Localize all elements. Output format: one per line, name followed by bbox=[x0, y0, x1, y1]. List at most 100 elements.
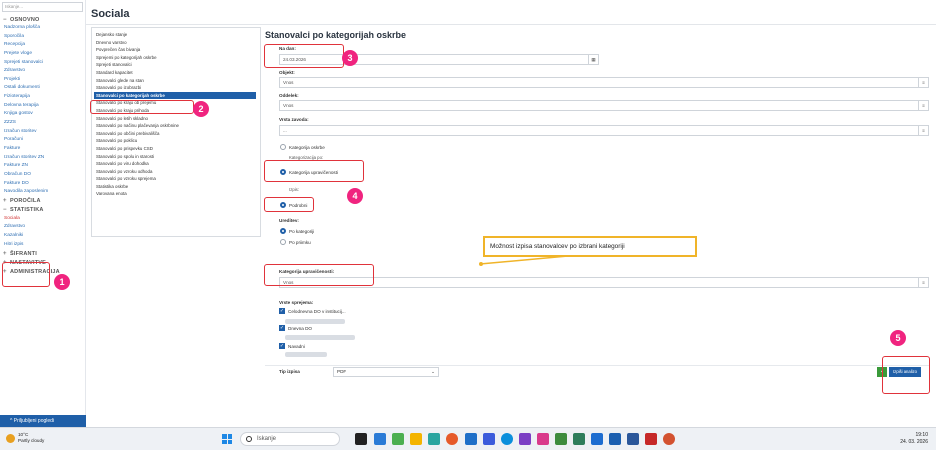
report-item[interactable]: Varovana enota bbox=[96, 190, 256, 198]
app-icon[interactable] bbox=[465, 433, 477, 445]
output-type-select[interactable]: PDF ⌄ bbox=[333, 367, 439, 377]
sidebar-item-prejete-vloge[interactable]: Prejete vloge bbox=[0, 50, 85, 59]
sidebar-item-nadzorna-plosca[interactable]: Nadzorna plošča bbox=[0, 24, 85, 33]
pdf-icon[interactable] bbox=[645, 433, 657, 445]
sidebar-search-input[interactable]: Iskanje... bbox=[2, 2, 83, 12]
report-item[interactable]: Stanovalci po vzroku sprejema bbox=[96, 175, 256, 183]
department-select[interactable]: Vnos ≡ bbox=[279, 100, 929, 111]
weather-widget[interactable]: 10°C Partly cloudy bbox=[6, 432, 44, 444]
report-item[interactable]: Povprečen čas bivanja bbox=[96, 46, 256, 54]
report-item[interactable]: Stanovalci po letih skladno bbox=[96, 115, 256, 123]
radio-po-priimku[interactable]: Po priimku bbox=[280, 239, 311, 245]
edge-icon[interactable] bbox=[501, 433, 513, 445]
sidebar-item-stat-zdravstvo[interactable]: Zdravstvo bbox=[0, 223, 85, 232]
checkbox-checked-icon: ✓ bbox=[279, 325, 285, 331]
minus-icon: − bbox=[3, 16, 7, 23]
sidebar-item-fizioterapija[interactable]: Fizioterapija bbox=[0, 93, 85, 102]
sidebar-item-kazalniki[interactable]: Kazalniki bbox=[0, 232, 85, 241]
sidebar-item-recepcija[interactable]: Recepcija bbox=[0, 41, 85, 50]
word-icon[interactable] bbox=[609, 433, 621, 445]
app-icon[interactable] bbox=[483, 433, 495, 445]
sidebar-item-sociala[interactable]: Sociala bbox=[0, 215, 85, 224]
checkbox-label: Celodnevna DO v institucij... bbox=[288, 308, 346, 314]
annotation-badge-2: 2 bbox=[193, 101, 209, 117]
sidebar-group-osnovno[interactable]: − OSNOVNO bbox=[0, 15, 85, 24]
powerpoint-icon[interactable] bbox=[663, 433, 675, 445]
system-clock[interactable]: 19:10 24. 03. 2026 bbox=[900, 432, 928, 446]
calendar-icon[interactable]: ▦ bbox=[588, 55, 598, 64]
sidebar-item-zdravstvo[interactable]: Zdravstvo bbox=[0, 67, 85, 76]
radio-icon bbox=[280, 144, 286, 150]
output-label: Izpis: bbox=[289, 187, 300, 192]
report-item[interactable]: Stanovalci po spolu in starosti bbox=[96, 153, 256, 161]
report-item[interactable]: Stanovalci po vzroku odhoda bbox=[96, 168, 256, 176]
list-icon[interactable]: ≡ bbox=[918, 101, 928, 110]
teams-icon[interactable] bbox=[519, 433, 531, 445]
radio-po-kategoriji[interactable]: Po kategoriji bbox=[280, 228, 314, 234]
main-content: Sociala Dejansko stanje Dnevno varstvo P… bbox=[86, 0, 936, 427]
report-item[interactable]: Stanovalci po izobrazbi bbox=[96, 84, 256, 92]
sidebar-item-projekti[interactable]: Projekti bbox=[0, 76, 85, 85]
list-icon[interactable]: ≡ bbox=[918, 78, 928, 87]
weather-desc: Partly cloudy bbox=[18, 438, 45, 443]
institution-type-label: Vrsta zavoda: bbox=[279, 117, 309, 122]
report-item[interactable]: Standard kapacitet bbox=[96, 69, 256, 77]
app-icon[interactable] bbox=[555, 433, 567, 445]
sidebar-group-statistika[interactable]: − STATISTIKA bbox=[0, 206, 85, 215]
report-item[interactable]: Sprejemi po kategorijah oskrbe bbox=[96, 54, 256, 62]
app-icon[interactable] bbox=[537, 433, 549, 445]
institution-type-select[interactable]: ... ≡ bbox=[279, 125, 929, 136]
sidebar-item-izracun-storitev[interactable]: Izračun storitev bbox=[0, 128, 85, 137]
app-icon[interactable] bbox=[428, 433, 440, 445]
radio-label: Kategorija oskrbe bbox=[289, 144, 325, 150]
sidebar-item-obracun-do[interactable]: Obračun DO bbox=[0, 171, 85, 180]
sidebar-item-hitri-izpis[interactable]: Hitri izpis bbox=[0, 241, 85, 250]
object-select[interactable]: Vnos ≡ bbox=[279, 77, 929, 88]
sidebar-item-knjiga-gostov[interactable]: Knjiga gostov bbox=[0, 110, 85, 119]
sidebar-item-ostali-dokumenti[interactable]: Ostali dokumenti bbox=[0, 84, 85, 93]
search-icon bbox=[246, 436, 252, 442]
sidebar-item-sprejeti-stanovalci[interactable]: Sprejeti stanovalci bbox=[0, 59, 85, 68]
sidebar-item-delovna-terapija[interactable]: Delovna terapija bbox=[0, 102, 85, 111]
list-icon[interactable]: ≡ bbox=[918, 126, 928, 135]
checkbox-dnevna-do[interactable]: ✓ Dnevna DO bbox=[279, 325, 312, 331]
report-item[interactable]: Statistika oskrbe bbox=[96, 183, 256, 191]
checkbox-celodnevna-do[interactable]: ✓ Celodnevna DO v institucij... bbox=[279, 308, 346, 314]
report-item[interactable]: Sprejeti stanovalci bbox=[96, 61, 256, 69]
app-icon[interactable] bbox=[573, 433, 585, 445]
app-icon[interactable] bbox=[374, 433, 386, 445]
report-item[interactable]: Stanovalci po viru dohodka bbox=[96, 160, 256, 168]
report-item[interactable]: Dnevno varstvo bbox=[96, 39, 256, 47]
sidebar-item-poracuni[interactable]: Poračuni bbox=[0, 136, 85, 145]
app-icon[interactable] bbox=[392, 433, 404, 445]
file-explorer-icon[interactable] bbox=[410, 433, 422, 445]
sidebar-item-navodila-zaposlenim[interactable]: Navodila zaposlenim bbox=[0, 188, 85, 197]
checkbox-navadni[interactable]: ✓ Navadni bbox=[279, 343, 305, 349]
report-item[interactable]: Stanovalci po prispevku CSD bbox=[96, 145, 256, 153]
windows-start-icon[interactable] bbox=[222, 434, 232, 444]
sidebar-item-zzzs[interactable]: ZZZS bbox=[0, 119, 85, 128]
sidebar-item-izracun-storitev-zn[interactable]: Izračun storitev ZN bbox=[0, 154, 85, 163]
report-item[interactable]: Stanovalci glede na stan bbox=[96, 77, 256, 85]
sidebar-item-fakture-do[interactable]: Fakture DO bbox=[0, 180, 85, 189]
taskbar-search-input[interactable]: Iskanje bbox=[240, 432, 340, 446]
list-icon[interactable]: ≡ bbox=[918, 278, 928, 287]
report-item[interactable]: Stanovalci po poklicu bbox=[96, 137, 256, 145]
radio-kategorija-oskrbe[interactable]: Kategorija oskrbe bbox=[280, 144, 325, 150]
sidebar-group-porocila[interactable]: + POROČILA bbox=[0, 197, 85, 206]
report-item[interactable]: Dejansko stanje bbox=[96, 31, 256, 39]
outlook-icon[interactable] bbox=[627, 433, 639, 445]
task-view-icon[interactable] bbox=[355, 433, 367, 445]
report-item[interactable]: Stanovalci po občini prebivališča bbox=[96, 130, 256, 138]
sidebar-item-fakture-zn[interactable]: Fakture ZN bbox=[0, 162, 85, 171]
browser-icon[interactable] bbox=[446, 433, 458, 445]
sidebar-item-sporocila[interactable]: Sporočila bbox=[0, 33, 85, 42]
favorite-views-button[interactable]: ^ Priljubljeni pogledi bbox=[0, 415, 86, 427]
eligibility-category-select[interactable]: Vnos ≡ bbox=[279, 277, 929, 288]
sidebar-item-fakture[interactable]: Fakture bbox=[0, 145, 85, 154]
report-item-selected[interactable]: Stanovalci po kategorijah oskrbe bbox=[94, 91, 256, 100]
plus-icon: + bbox=[3, 250, 7, 257]
report-item[interactable]: Stanovalci po načinu plačevanja oskrbnin… bbox=[96, 122, 256, 130]
app-icon[interactable] bbox=[591, 433, 603, 445]
sidebar-group-sifranti[interactable]: + ŠIFRANTI bbox=[0, 249, 85, 258]
